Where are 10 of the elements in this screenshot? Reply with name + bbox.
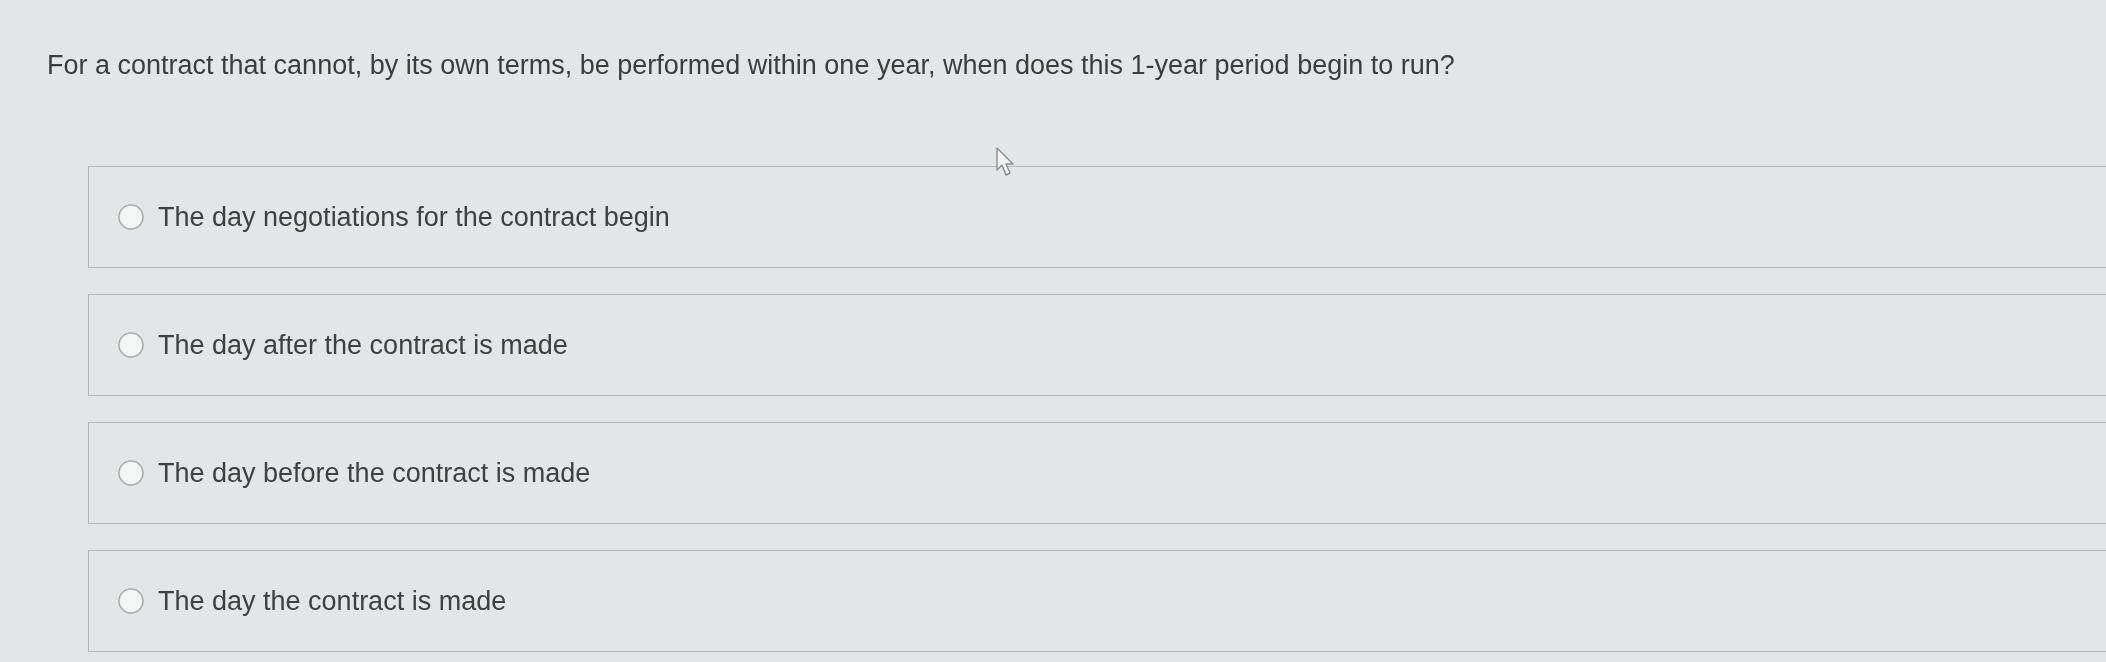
radio-button[interactable]	[118, 460, 144, 486]
radio-button[interactable]	[118, 588, 144, 614]
answer-option[interactable]: The day negotiations for the contract begin	[88, 166, 2106, 268]
radio-button[interactable]	[118, 204, 144, 230]
answer-option[interactable]: The day before the contract is made	[88, 422, 2106, 524]
answer-option[interactable]: The day after the contract is made	[88, 294, 2106, 396]
radio-button[interactable]	[118, 332, 144, 358]
mouse-pointer-icon	[996, 147, 1016, 177]
answer-option[interactable]: The day the contract is made	[88, 550, 2106, 652]
question-text: For a contract that cannot, by its own terms, be performed within one year, when does this 1-year period begin to run?	[47, 49, 1456, 82]
